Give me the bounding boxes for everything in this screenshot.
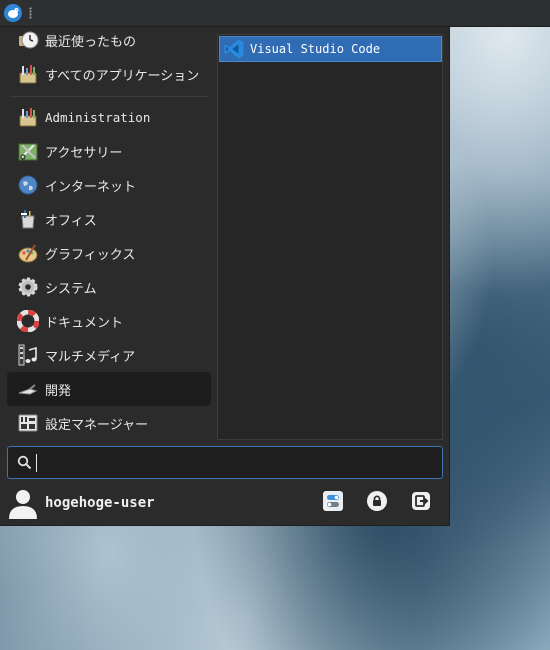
category-label: 設定マネージャー bbox=[45, 417, 149, 433]
search-box[interactable] bbox=[7, 446, 443, 479]
text-cursor bbox=[36, 453, 37, 472]
xfce-mouse-icon[interactable] bbox=[4, 4, 22, 22]
lock-icon bbox=[366, 490, 388, 516]
log-out-button[interactable] bbox=[408, 490, 434, 516]
category-settings-manager[interactable]: 設定マネージャー bbox=[7, 406, 211, 440]
category-label: 開発 bbox=[45, 383, 72, 399]
user-avatar-icon bbox=[8, 488, 38, 520]
all-applications-icon bbox=[16, 62, 40, 86]
user-bar: hogehoge-user bbox=[0, 484, 450, 524]
accessories-icon bbox=[16, 139, 40, 163]
settings-toggle-button[interactable] bbox=[320, 490, 346, 516]
category-office[interactable]: オフィス bbox=[7, 202, 211, 236]
category-label: グラフィックス bbox=[45, 247, 136, 263]
vscode-icon bbox=[223, 38, 245, 60]
graphics-palette-icon bbox=[16, 241, 40, 265]
category-all-applications[interactable]: すべてのアプリケーション bbox=[7, 57, 211, 91]
category-label: アクセサリー bbox=[45, 145, 123, 161]
category-label: すべてのアプリケーション bbox=[45, 68, 200, 84]
category-label: オフィス bbox=[45, 213, 97, 229]
settings-manager-icon bbox=[16, 411, 40, 435]
category-label: Administration bbox=[45, 109, 151, 125]
office-icon bbox=[16, 207, 40, 231]
settings-toggle-icon bbox=[322, 490, 344, 516]
app-label: Visual Studio Code bbox=[250, 42, 381, 56]
category-internet[interactable]: インターネット bbox=[7, 168, 211, 202]
administration-icon bbox=[16, 105, 40, 129]
category-accessories[interactable]: アクセサリー bbox=[7, 134, 211, 168]
category-label: マルチメディア bbox=[45, 349, 136, 365]
whisker-menu: 最近使ったもの すべてのアプリケーション Administration アクセサ… bbox=[0, 27, 450, 526]
app-item-vscode[interactable]: Visual Studio Code bbox=[219, 36, 442, 62]
category-list: 最近使ったもの すべてのアプリケーション Administration アクセサ… bbox=[0, 27, 216, 439]
category-administration[interactable]: Administration bbox=[7, 100, 211, 134]
category-label: システム bbox=[45, 281, 97, 297]
recent-clock-icon bbox=[16, 28, 40, 52]
lock-screen-button[interactable] bbox=[364, 490, 390, 516]
system-gear-icon bbox=[16, 275, 40, 299]
search-icon bbox=[16, 455, 32, 471]
panel-drag-handle-icon[interactable] bbox=[29, 7, 32, 19]
category-multimedia[interactable]: マルチメディア bbox=[7, 338, 211, 372]
logout-icon bbox=[410, 490, 432, 516]
category-documentation[interactable]: ドキュメント bbox=[7, 304, 211, 338]
category-label: 最近使ったもの bbox=[45, 34, 137, 50]
category-system[interactable]: システム bbox=[7, 270, 211, 304]
category-label: ドキュメント bbox=[45, 315, 124, 331]
application-list: Visual Studio Code bbox=[217, 34, 443, 440]
development-trowel-icon bbox=[16, 377, 40, 401]
category-label: インターネット bbox=[45, 179, 137, 195]
internet-globe-icon bbox=[16, 173, 40, 197]
category-development[interactable]: 開発 bbox=[7, 372, 211, 406]
category-recent[interactable]: 最近使ったもの bbox=[7, 23, 211, 57]
search-input[interactable] bbox=[38, 450, 418, 475]
username: hogehoge-user bbox=[45, 495, 155, 511]
category-separator bbox=[10, 96, 208, 97]
category-graphics[interactable]: グラフィックス bbox=[7, 236, 211, 270]
documentation-lifebuoy-icon bbox=[16, 309, 40, 333]
multimedia-icon bbox=[16, 343, 40, 367]
